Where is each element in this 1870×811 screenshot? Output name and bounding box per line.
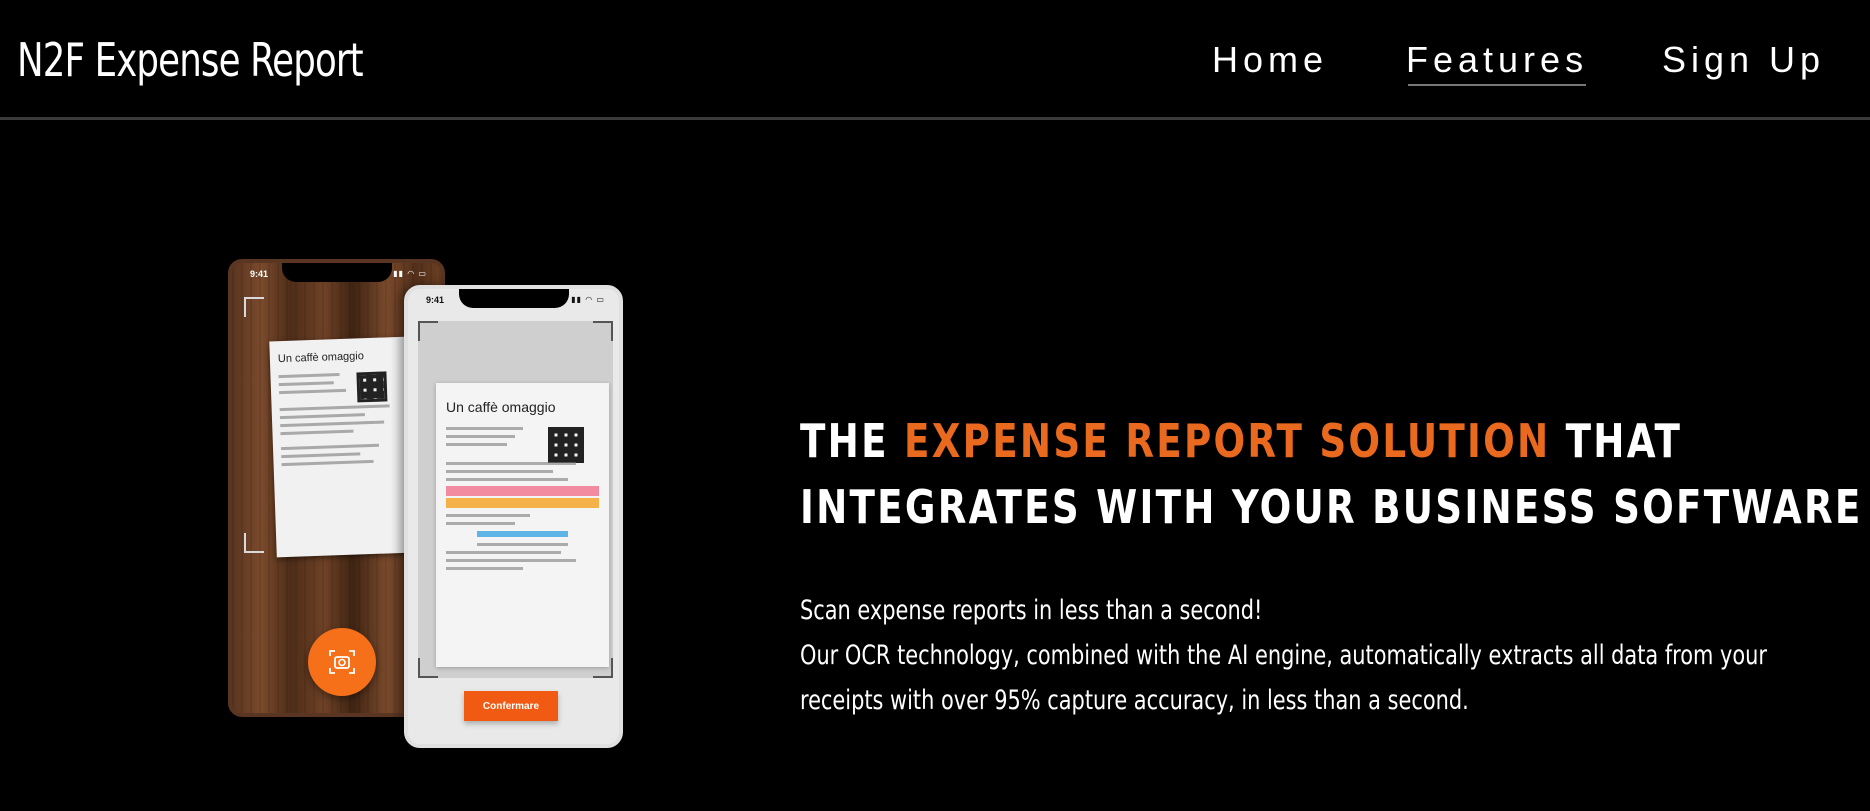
phone-notch (458, 289, 569, 308)
highlight-total (446, 486, 599, 496)
scan-frame-corner (593, 658, 613, 678)
scan-frame-corner (244, 297, 264, 317)
scan-frame-corner (593, 321, 613, 341)
camera-shutter-button[interactable] (308, 628, 376, 696)
nav-link-sign-up[interactable]: Sign Up (1662, 34, 1825, 86)
navbar: N2F Expense Report Home Features Sign Up (0, 0, 1870, 120)
status-time: 9:41 (426, 295, 445, 305)
highlight-date (476, 531, 569, 537)
headline-line2: INTEGRATES WITH YOUR BUSINESS SOFTWARE (800, 480, 1863, 534)
status-icons: ▮▮ ◠ ▭ (571, 295, 605, 304)
receipt-image: Un caffè omaggio (436, 383, 609, 667)
qr-code-icon (548, 427, 584, 463)
scan-frame-corner (418, 321, 438, 341)
camera-icon (329, 650, 355, 674)
confirm-button[interactable]: Confermare (464, 691, 558, 721)
receipt-image: Un caffè omaggio (269, 336, 415, 558)
hero-headline: THE EXPENSE REPORT SOLUTION THAT INTEGRA… (800, 408, 1860, 540)
description-line-3: receipts with over 95% capture accuracy,… (800, 685, 1469, 716)
hero-description: Scan expense reports in less than a seco… (800, 588, 1841, 723)
headline-part2: THAT (1550, 414, 1683, 468)
hero-phones-image: 9:41 ▮▮ ◠ ▭ Un caffè omaggio 9:41 ▮▮ ◠ ▭… (228, 256, 623, 752)
main-nav: Home Features Sign Up (0, 34, 1870, 94)
highlight-tax (446, 498, 599, 508)
description-line-2: Our OCR technology, combined with the AI… (800, 640, 1767, 671)
status-time: 9:41 (250, 269, 269, 279)
scan-frame-corner (418, 658, 438, 678)
status-icons: ▮▮ ◠ ▭ (393, 269, 427, 278)
hero-text: THE EXPENSE REPORT SOLUTION THAT INTEGRA… (800, 408, 1860, 716)
scan-frame-corner (244, 533, 264, 553)
receipt-title: Un caffè omaggio (277, 350, 365, 366)
description-line-1: Scan expense reports in less than a seco… (800, 595, 1263, 626)
headline-accent: EXPENSE REPORT SOLUTION (903, 414, 1551, 468)
phone-notch (281, 263, 392, 282)
headline-part1: THE (800, 414, 904, 468)
scan-preview: Un caffè omaggio (418, 321, 613, 678)
phone-front-app: 9:41 ▮▮ ◠ ▭ Un caffè omaggio Confermare (404, 285, 623, 748)
nav-link-features[interactable]: Features (1406, 34, 1588, 86)
qr-code-icon (356, 371, 388, 403)
receipt-title: Un caffè omaggio (446, 399, 556, 415)
nav-link-home[interactable]: Home (1212, 34, 1328, 86)
